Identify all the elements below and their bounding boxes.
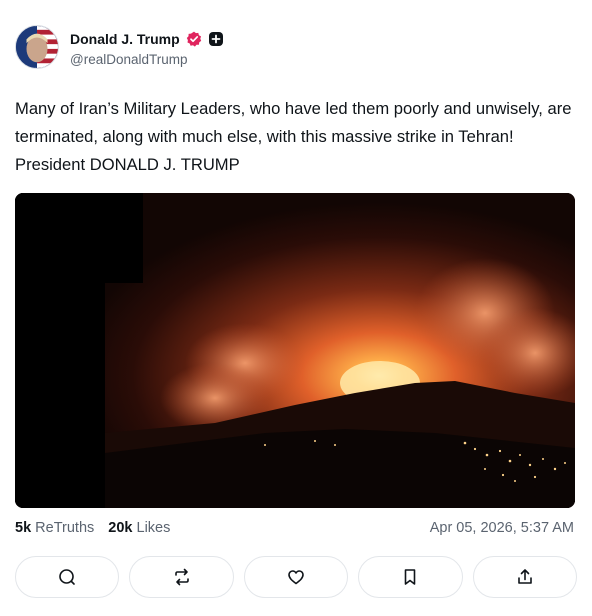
like-icon [288, 570, 304, 585]
verified-badge-icon [186, 31, 201, 47]
post-timestamp[interactable]: Apr 05, 2026, 5:37 AM [430, 518, 574, 538]
like-button[interactable] [243, 556, 349, 598]
post-stats: 5k ReTruths 20k Likes [15, 518, 170, 538]
avatar-image [16, 26, 58, 68]
author-name-row: Donald J. Trump [70, 30, 224, 48]
post-text: Many of Iran’s Military Leaders, who hav… [15, 99, 572, 174]
share-button[interactable] [472, 556, 578, 598]
bookmark-icon [405, 569, 416, 585]
explosion-night-image [15, 193, 575, 508]
retruth-button[interactable] [129, 556, 234, 598]
author-handle[interactable]: @realDonaldTrump [70, 52, 188, 67]
reply-button[interactable] [15, 556, 120, 598]
author-display-name[interactable]: Donald J. Trump [70, 31, 180, 47]
likes-label: Likes [136, 520, 171, 536]
likes-count: 20k [108, 520, 133, 536]
retruths-stat[interactable]: 5k ReTruths [15, 520, 94, 536]
plus-badge-icon [208, 32, 223, 46]
avatar[interactable] [15, 25, 59, 69]
post-card: Donald J. Trump @realDonaldTrump Many of… [0, 0, 592, 616]
likes-stat[interactable]: 20k Likes [108, 520, 170, 536]
retruths-count: 5k [15, 520, 32, 536]
post-media-image[interactable] [15, 193, 575, 508]
post-actions [15, 556, 578, 598]
reply-icon [59, 569, 76, 585]
bookmark-button[interactable] [358, 556, 463, 598]
retruth-icon [174, 568, 189, 586]
retruths-label: ReTruths [35, 520, 95, 536]
share-icon [518, 569, 532, 584]
